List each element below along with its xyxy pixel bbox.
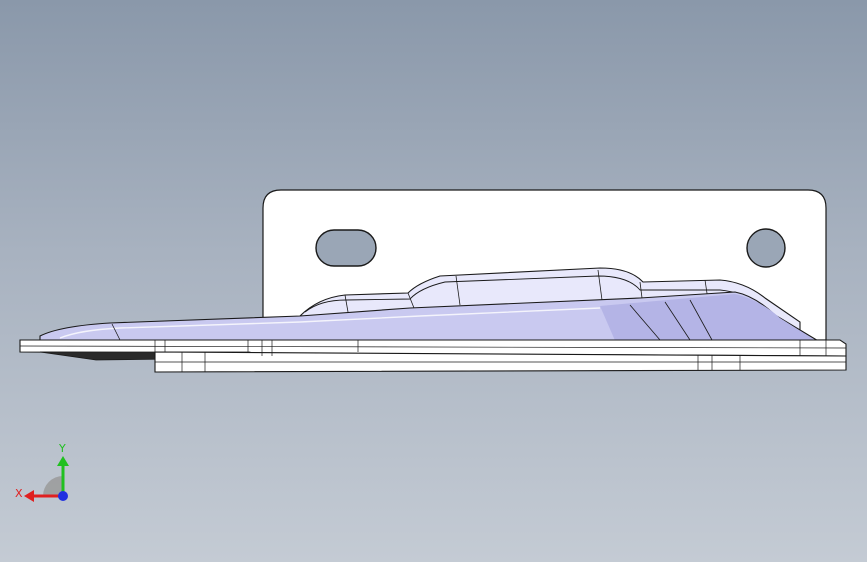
triad-y-label: Y [58,442,66,455]
triad-z-axis [58,491,68,501]
triad-x-label: X [15,487,23,500]
part-model[interactable] [0,0,867,562]
triad-y-arrow-icon [57,456,69,466]
view-orientation-triad[interactable]: Y X [10,440,80,510]
slot-hole [315,229,377,267]
graphics-viewport[interactable]: Y X [0,0,867,562]
triad-x-arrow-icon [24,490,34,502]
round-hole [746,228,786,268]
